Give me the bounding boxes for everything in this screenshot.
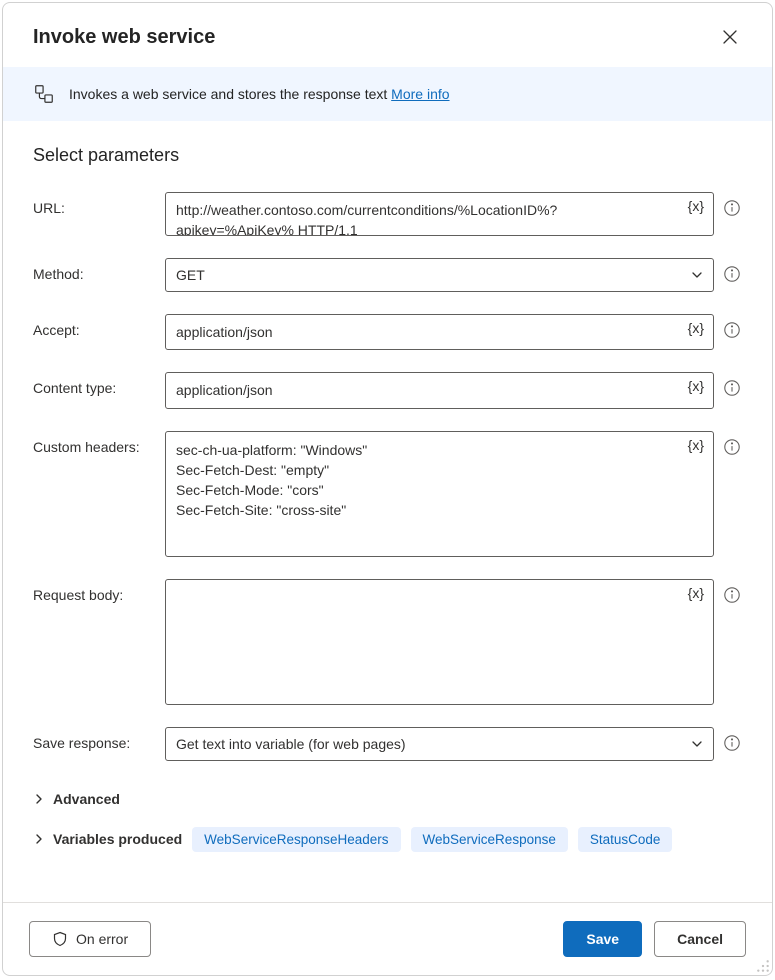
variable-token-button[interactable]: {x} — [688, 378, 704, 394]
save-response-value: Get text into variable (for web pages) — [176, 736, 406, 752]
variable-token-button[interactable]: {x} — [688, 437, 704, 453]
close-button[interactable] — [714, 21, 746, 53]
field-accept: Accept: {x} — [33, 314, 742, 350]
variable-token-button[interactable]: {x} — [688, 320, 704, 336]
field-custom-headers: Custom headers: {x} — [33, 431, 742, 557]
method-select[interactable]: GET — [165, 258, 714, 292]
info-icon[interactable] — [723, 321, 741, 339]
dialog-title: Invoke web service — [33, 26, 215, 49]
variables-produced-label: Variables produced — [53, 831, 182, 847]
info-icon[interactable] — [723, 199, 741, 217]
method-label: Method: — [33, 258, 157, 282]
custom-headers-input[interactable] — [166, 432, 673, 556]
dialog-footer: On error Save Cancel — [3, 902, 772, 975]
accept-input[interactable] — [166, 315, 673, 349]
advanced-label: Advanced — [53, 791, 120, 807]
advanced-toggle[interactable]: Advanced — [33, 783, 742, 815]
content-type-input[interactable] — [166, 373, 673, 407]
field-method: Method: GET — [33, 258, 742, 292]
variables-produced-toggle[interactable]: Variables produced — [33, 831, 182, 847]
info-icon[interactable] — [723, 379, 741, 397]
variable-token-button[interactable]: {x} — [688, 585, 704, 601]
method-value: GET — [176, 267, 205, 283]
variable-token-button[interactable]: {x} — [688, 198, 704, 214]
info-icon[interactable] — [723, 438, 741, 456]
cancel-label: Cancel — [677, 931, 723, 947]
variable-pill[interactable]: WebServiceResponseHeaders — [192, 827, 400, 852]
save-button[interactable]: Save — [563, 921, 642, 957]
request-body-label: Request body: — [33, 579, 157, 603]
save-response-select[interactable]: Get text into variable (for web pages) — [165, 727, 714, 761]
info-text: Invokes a web service and stores the res… — [69, 86, 387, 102]
dialog-header: Invoke web service — [3, 3, 772, 67]
custom-headers-label: Custom headers: — [33, 431, 157, 455]
request-body-input[interactable] — [166, 580, 673, 704]
variables-produced-row: Variables produced WebServiceResponseHea… — [33, 827, 742, 852]
chevron-down-icon — [691, 738, 703, 750]
resize-grip-icon[interactable] — [756, 959, 770, 973]
content-type-label: Content type: — [33, 372, 157, 396]
chevron-right-icon — [33, 793, 45, 805]
close-icon — [723, 30, 737, 44]
chevron-down-icon — [691, 269, 703, 281]
dialog-body: Select parameters URL: {x} Method: GET — [3, 121, 772, 902]
info-icon[interactable] — [723, 734, 741, 752]
field-request-body: Request body: {x} — [33, 579, 742, 705]
field-save-response: Save response: Get text into variable (f… — [33, 727, 742, 761]
section-title: Select parameters — [33, 145, 742, 166]
url-input[interactable] — [166, 193, 673, 235]
variable-pill[interactable]: StatusCode — [578, 827, 673, 852]
cancel-button[interactable]: Cancel — [654, 921, 746, 957]
chevron-right-icon — [33, 833, 45, 845]
on-error-button[interactable]: On error — [29, 921, 151, 957]
more-info-link[interactable]: More info — [391, 86, 449, 102]
on-error-label: On error — [76, 931, 128, 947]
field-content-type: Content type: {x} — [33, 372, 742, 408]
info-icon[interactable] — [723, 265, 741, 283]
url-label: URL: — [33, 192, 157, 216]
info-icon[interactable] — [723, 586, 741, 604]
shield-icon — [52, 931, 68, 947]
web-service-icon — [33, 83, 55, 105]
save-label: Save — [586, 931, 619, 947]
invoke-web-service-dialog: Invoke web service Invokes a web service… — [2, 2, 773, 976]
variable-pill[interactable]: WebServiceResponse — [411, 827, 568, 852]
save-response-label: Save response: — [33, 727, 157, 751]
info-bar: Invokes a web service and stores the res… — [3, 67, 772, 121]
field-url: URL: {x} — [33, 192, 742, 236]
accept-label: Accept: — [33, 314, 157, 338]
